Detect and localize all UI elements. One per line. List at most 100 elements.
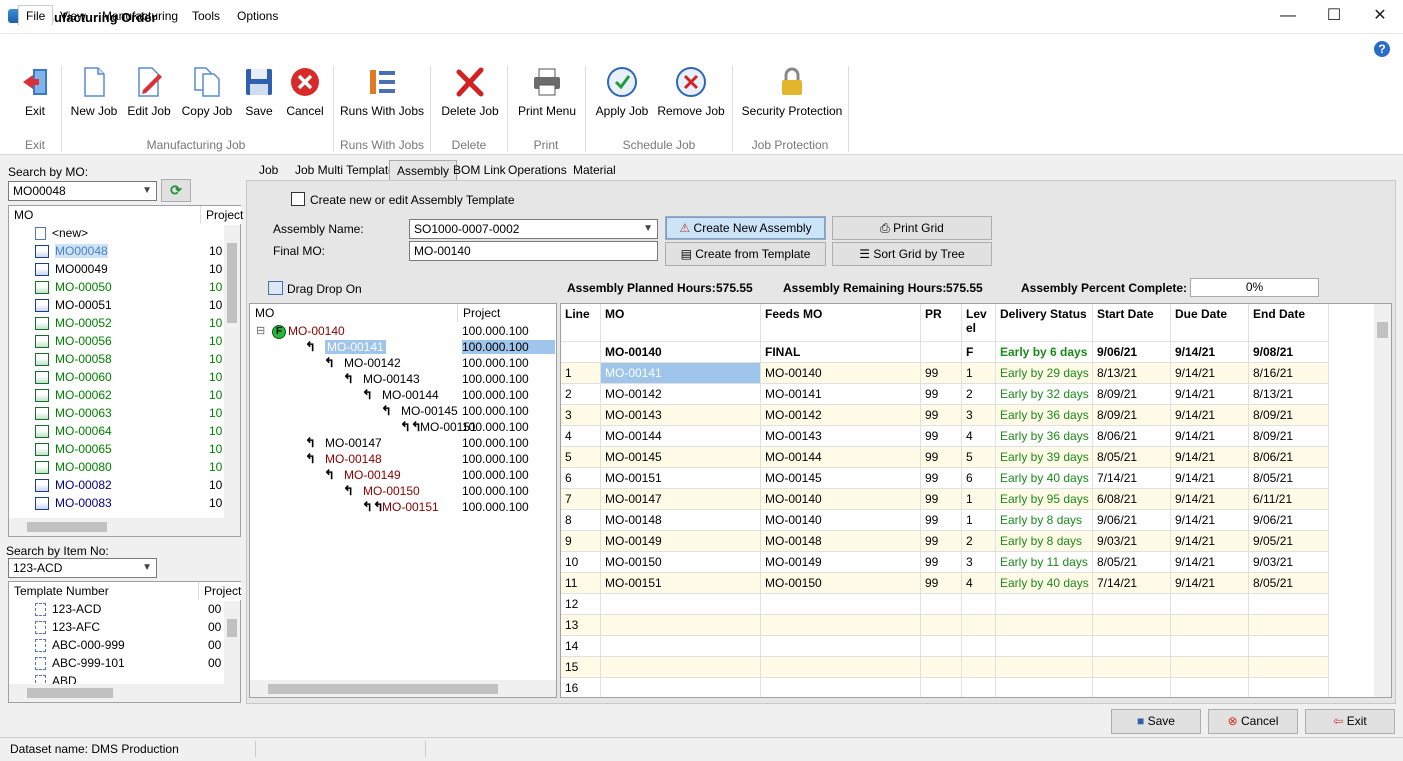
tree-node[interactable]: ⊟ F MO-00140 100.000.100 [250, 324, 556, 340]
grid-cell[interactable] [996, 636, 1093, 657]
grid-cell[interactable]: 9/14/21 [1171, 426, 1249, 447]
tree-node[interactable]: ↰↰ MO-00151 100.000.100 [250, 499, 556, 516]
grid-cell[interactable]: MO-00149 [601, 531, 761, 552]
mo-list-item[interactable]: <new> [9, 226, 224, 244]
runs-with-jobs-button[interactable]: Runs With Jobs [340, 66, 424, 122]
template-list-item[interactable]: 123-ACD 00 [9, 602, 224, 620]
grid-cell[interactable] [1093, 657, 1171, 678]
tree-node[interactable]: ↰ MO-00145 100.000.100 [250, 403, 556, 420]
mo-list-item[interactable]: MO-00060 10 [9, 370, 224, 388]
grid-cell[interactable]: 99 [921, 489, 962, 510]
tab-material[interactable]: Material [566, 160, 623, 180]
help-icon[interactable]: ? [1374, 41, 1390, 57]
grid-column-header[interactable]: End Date [1249, 304, 1329, 342]
grid-cell[interactable]: 8/13/21 [1093, 363, 1171, 384]
grid-cell[interactable] [761, 657, 921, 678]
menu-file[interactable]: File [18, 5, 54, 25]
grid-cell[interactable]: Early by 29 days [996, 363, 1093, 384]
mo-list-item[interactable]: MO-00080 10 [9, 460, 224, 478]
grid-column-header[interactable]: MO [601, 304, 761, 342]
mo-list-item[interactable]: MO-00062 10 [9, 388, 224, 406]
grid-cell[interactable]: 99 [921, 552, 962, 573]
search-item-combo[interactable]: 123-ACD ▼ [8, 558, 157, 578]
footer-save-button[interactable]: ■ Save [1111, 709, 1201, 734]
security-protection-button[interactable]: Security Protection [740, 66, 844, 122]
tree-hscroll[interactable] [250, 680, 556, 697]
tab-operations[interactable]: Operations [501, 160, 574, 180]
grid-cell[interactable]: MO-00147 [601, 489, 761, 510]
template-project-header[interactable]: Project [199, 582, 241, 600]
grid-cell[interactable]: MO-00140 [761, 510, 921, 531]
grid-cell[interactable]: 5 [962, 447, 996, 468]
grid-cell[interactable]: 8/05/21 [1249, 573, 1329, 594]
grid-cell[interactable]: 14 [561, 636, 601, 657]
grid-cell[interactable]: 9/14/21 [1171, 363, 1249, 384]
grid-row[interactable]: 15 [561, 657, 1329, 678]
template-list-item[interactable]: ABC-999-101 00 [9, 656, 224, 674]
template-list-vscroll[interactable] [224, 601, 240, 684]
grid-cell[interactable]: 2 [962, 531, 996, 552]
mo-list-item[interactable]: MO-00064 10 [9, 424, 224, 442]
grid-cell[interactable] [761, 594, 921, 615]
grid-cell[interactable] [962, 594, 996, 615]
grid-cell[interactable]: 8/16/21 [1249, 363, 1329, 384]
grid-cell[interactable]: MO-00144 [761, 447, 921, 468]
grid-cell[interactable]: 6 [561, 468, 601, 489]
grid-column-header[interactable]: Level [962, 304, 996, 342]
mo-list-item[interactable]: MO-00056 10 [9, 334, 224, 352]
delete-job-button[interactable]: Delete Job [438, 66, 502, 122]
copy-job-button[interactable]: Copy Job [180, 66, 234, 122]
grid-cell[interactable]: MO-00140 [761, 363, 921, 384]
grid-cell[interactable]: Early by 8 days [996, 531, 1093, 552]
grid-row[interactable]: 11 MO-00151 MO-00150 99 4 Early by 40 days 7/1… [561, 573, 1329, 594]
template-checkbox[interactable] [291, 192, 305, 206]
grid-cell[interactable]: 9 [561, 531, 601, 552]
tab-job[interactable]: Job [252, 160, 285, 180]
mo-list-vscroll[interactable] [224, 225, 240, 518]
grid-cell[interactable] [921, 636, 962, 657]
grid-cell[interactable]: 1 [962, 363, 996, 384]
grid-cell[interactable]: MO-00149 [761, 552, 921, 573]
grid-row[interactable]: 14 [561, 636, 1329, 657]
grid-cell[interactable] [601, 657, 761, 678]
grid-cell[interactable]: 9/14/21 [1171, 552, 1249, 573]
tree-node[interactable]: ↰ MO-00147 100.000.100 [250, 435, 556, 452]
grid-row[interactable]: 8 MO-00148 MO-00140 99 1 Early by 8 days 9/06/… [561, 510, 1329, 531]
grid-cell[interactable] [761, 636, 921, 657]
grid-cell[interactable]: Early by 32 days [996, 384, 1093, 405]
maximize-button[interactable]: ☐ [1311, 0, 1357, 32]
search-mo-combo[interactable]: MO00048 ▼ [8, 181, 157, 201]
grid-cell[interactable]: 6 [962, 468, 996, 489]
grid-cell[interactable] [921, 594, 962, 615]
grid-cell[interactable] [1093, 594, 1171, 615]
grid-row[interactable]: 4 MO-00144 MO-00143 99 4 Early by 36 days 8/06… [561, 426, 1329, 447]
grid-cell[interactable]: MO-00150 [761, 573, 921, 594]
mo-list-hscroll[interactable] [9, 518, 240, 536]
grid-cell[interactable]: MO-00151 [601, 573, 761, 594]
grid-cell[interactable] [1171, 657, 1249, 678]
grid-column-header[interactable]: Feeds MO [761, 304, 921, 342]
grid-cell[interactable] [1171, 594, 1249, 615]
mo-list-item[interactable]: MO-00082 10 [9, 478, 224, 496]
grid-row[interactable]: 6 MO-00151 MO-00145 99 6 Early by 40 days 7/14… [561, 468, 1329, 489]
grid-cell[interactable] [601, 594, 761, 615]
grid-cell[interactable]: 9/03/21 [1249, 552, 1329, 573]
grid-cell[interactable]: MO-00142 [601, 384, 761, 405]
grid-cell[interactable]: 99 [921, 573, 962, 594]
final-mo-field[interactable]: MO-00140 [409, 241, 658, 261]
mo-list-item[interactable]: MO-00050 10 [9, 280, 224, 298]
print-grid-button[interactable]: ⎙ Print Grid [832, 216, 992, 240]
save-ribbon-button[interactable]: Save [240, 66, 278, 122]
grid-cell[interactable] [601, 678, 761, 697]
mo-list-item[interactable]: MO-00052 10 [9, 316, 224, 334]
new-job-button[interactable]: New Job [70, 66, 118, 122]
grid-cell[interactable]: 10 [561, 552, 601, 573]
grid-cell[interactable]: 99 [921, 468, 962, 489]
grid-row[interactable]: 7 MO-00147 MO-00140 99 1 Early by 95 days 6/08… [561, 489, 1329, 510]
grid-cell[interactable]: 6/08/21 [1093, 489, 1171, 510]
grid-cell[interactable]: 5 [561, 447, 601, 468]
template-list-item[interactable]: ABD [9, 674, 224, 684]
grid-cell[interactable] [962, 636, 996, 657]
grid-cell[interactable]: Early by 39 days [996, 447, 1093, 468]
grid-cell[interactable]: 9/14/21 [1171, 468, 1249, 489]
